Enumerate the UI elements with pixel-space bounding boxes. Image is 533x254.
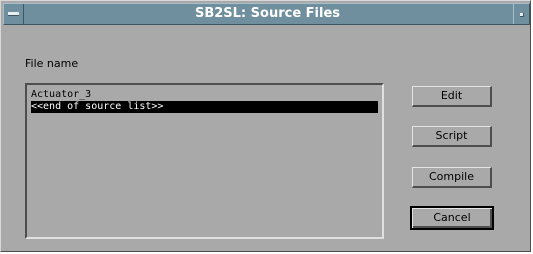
minimize-icon [520,13,524,17]
list-item-selected[interactable]: <<end of source list>> [31,101,378,113]
edit-button[interactable]: Edit [412,86,492,107]
cancel-button[interactable]: Cancel [410,206,494,230]
window-title: SB2SL: Source Files [194,6,341,21]
window-menu-icon [8,12,19,16]
file-name-label: File name [25,57,79,70]
source-file-list[interactable]: Actuator_3 <<end of source list>> [25,83,384,239]
list-item[interactable]: Actuator_3 [31,89,378,101]
compile-button[interactable]: Compile [412,167,492,188]
script-button[interactable]: Script [412,126,492,147]
minimize-button[interactable] [513,4,529,24]
window-menu-button[interactable] [4,4,24,24]
title-bar[interactable]: SB2SL: Source Files [3,3,530,25]
